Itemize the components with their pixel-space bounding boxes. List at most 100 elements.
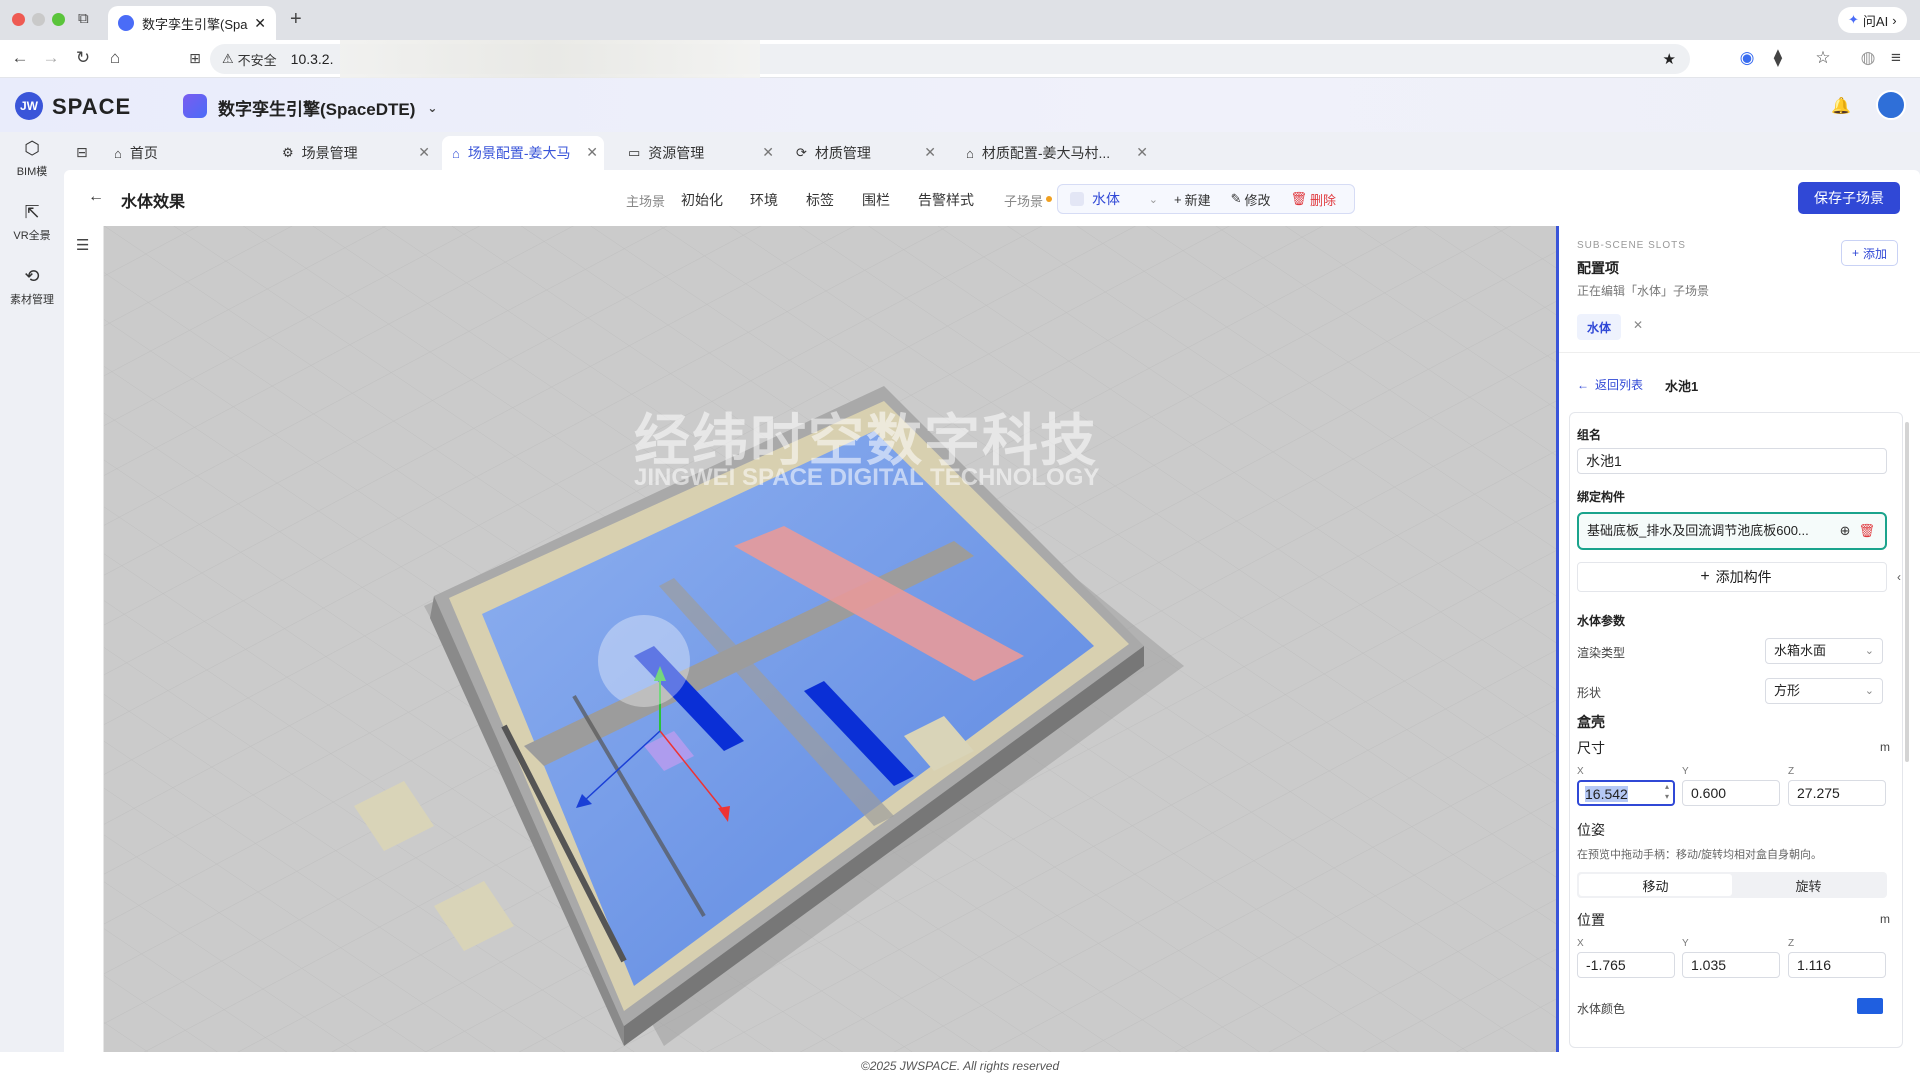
- reload-icon[interactable]: ↻: [72, 48, 94, 68]
- add-component-button[interactable]: + 添加构件: [1577, 562, 1887, 592]
- app-logo-text: SPACE: [52, 94, 132, 119]
- monitor-icon: ▭: [628, 145, 641, 160]
- space-logo-icon: JW: [15, 92, 43, 120]
- back-icon[interactable]: ←: [9, 48, 31, 68]
- minimize-window-dot[interactable]: [32, 13, 45, 26]
- save-subscene-button[interactable]: 保存子场景: [1798, 182, 1900, 214]
- profile-icon[interactable]: ◍: [1857, 48, 1879, 68]
- tab-material-config[interactable]: ⌂ 材质配置-姜大马村... ✕: [956, 136, 1148, 170]
- render-type-select[interactable]: 水箱水面 ⌄: [1765, 638, 1883, 664]
- position-z-input[interactable]: 1.116: [1788, 952, 1886, 978]
- sidebar-item-materials[interactable]: ⟲ 素材管理: [0, 266, 64, 307]
- tab-material-management[interactable]: ⟳ 材质管理 ✕: [786, 136, 936, 170]
- avatar[interactable]: [1876, 90, 1906, 120]
- group-name-label: 组名: [1577, 428, 1602, 442]
- new-button[interactable]: + 新建: [1174, 190, 1211, 209]
- size-y-label: Y: [1682, 766, 1689, 777]
- current-item-title: 水池1: [1665, 379, 1699, 394]
- panel-subtitle: 正在编辑「水体」子场景: [1577, 284, 1710, 298]
- water-color-swatch[interactable]: [1857, 998, 1883, 1014]
- maximize-window-dot[interactable]: [52, 13, 65, 26]
- shape-label: 形状: [1577, 686, 1602, 700]
- ask-ai-button[interactable]: ✦ 问AI ›: [1838, 7, 1907, 33]
- watermark-subtext: JINGWEI SPACE DIGITAL TECHNOLOGY: [634, 464, 1100, 491]
- move-mode-button[interactable]: 移动: [1579, 874, 1732, 896]
- delete-label: 删除: [1310, 192, 1337, 208]
- size-y-input[interactable]: 0.600: [1682, 780, 1780, 806]
- trash-icon: 🗑: [1290, 191, 1308, 206]
- slot-chip-label: 水体: [1587, 320, 1612, 335]
- outline-toggle-icon[interactable]: ☰: [76, 236, 89, 254]
- shape-select[interactable]: 方形 ⌄: [1765, 678, 1883, 704]
- tab-search-icon[interactable]: ⧉: [78, 10, 89, 27]
- 3d-viewport[interactable]: 经纬时空数字科技 JINGWEI SPACE DIGITAL TECHNOLOG…: [104, 226, 1556, 1052]
- puzzle-icon[interactable]: ⧫: [1767, 48, 1789, 68]
- mode-fence[interactable]: 围栏: [862, 190, 890, 210]
- sidebar-item-vr[interactable]: ⇱ VR全景: [0, 202, 64, 243]
- apps-icon[interactable]: ⊞: [184, 50, 206, 67]
- pencil-icon: ✎: [1230, 191, 1242, 206]
- material-icon: ⟳: [796, 145, 807, 160]
- extension-icon[interactable]: ◉: [1736, 48, 1758, 68]
- tabs-menu-icon[interactable]: ⊟: [76, 144, 88, 161]
- rotate-mode-button[interactable]: 旋转: [1732, 874, 1885, 896]
- mode-labels[interactable]: 标签: [806, 190, 834, 210]
- mode-alarm-style[interactable]: 告警样式: [918, 190, 974, 210]
- size-x-input[interactable]: 16.542 ▴ ▾: [1577, 780, 1675, 806]
- back-to-list-link[interactable]: ← 返回列表: [1577, 376, 1643, 393]
- locate-icon[interactable]: ⊕: [1840, 519, 1851, 543]
- bell-icon[interactable]: 🔔: [1831, 96, 1851, 116]
- slot-chip[interactable]: 水体: [1577, 314, 1622, 340]
- edit-button[interactable]: ✎ 修改: [1231, 190, 1271, 209]
- size-label: 尺寸: [1577, 740, 1605, 756]
- home-icon[interactable]: ⌂: [104, 48, 126, 68]
- pose-label: 位姿: [1577, 822, 1605, 838]
- close-tab-icon[interactable]: ✕: [254, 15, 266, 32]
- project-switcher[interactable]: 数字孪生引擎(SpaceDTE) ⌄: [218, 95, 437, 120]
- position-x-input[interactable]: -1.765: [1577, 952, 1675, 978]
- sidebar-item-label: 素材管理: [10, 294, 54, 306]
- close-icon[interactable]: ✕: [586, 144, 598, 161]
- sidebar-item-bim[interactable]: ⬡ BIM模: [0, 138, 64, 179]
- main-scene-label: 主场景: [626, 194, 666, 209]
- delete-button[interactable]: 🗑 删除: [1291, 190, 1337, 209]
- stepper-icon[interactable]: ▴ ▾: [1665, 782, 1669, 802]
- mode-environment[interactable]: 环境: [750, 190, 778, 210]
- favicon-icon: [118, 15, 134, 31]
- forward-icon[interactable]: →: [40, 48, 62, 68]
- chip-close-icon[interactable]: ✕: [1633, 318, 1643, 332]
- add-slot-button[interactable]: + 添加: [1841, 240, 1899, 266]
- position-y-input[interactable]: 1.035: [1682, 952, 1780, 978]
- tab-home[interactable]: ⌂ 首页: [104, 136, 264, 170]
- close-icon[interactable]: ✕: [418, 144, 430, 161]
- size-x-value: 16.542: [1585, 786, 1628, 802]
- favorites-icon[interactable]: ☆: [1812, 48, 1834, 68]
- sub-scene-select[interactable]: 水体 ⌄: [1058, 185, 1164, 213]
- back-arrow-icon[interactable]: ←: [88, 188, 104, 206]
- cube-icon: ⬡: [24, 138, 40, 158]
- collapse-panel-icon[interactable]: ‹: [1897, 570, 1901, 584]
- chevron-down-icon: ⌄: [427, 100, 438, 115]
- size-z-input[interactable]: 27.275: [1788, 780, 1886, 806]
- browser-tab[interactable]: 数字孪生引擎(Spac ✕: [108, 6, 276, 40]
- close-window-dot[interactable]: [12, 13, 25, 26]
- project-icon: [183, 94, 207, 118]
- panel-title: 配置项: [1577, 260, 1619, 276]
- address-bar[interactable]: ⚠ 不安全 10.3.2. ★: [210, 40, 1690, 78]
- new-tab-icon[interactable]: +: [290, 8, 302, 31]
- tab-scene-config[interactable]: ⌂ 场景配置-姜大马 ✕: [442, 136, 604, 170]
- section-tag: SUB-SCENE SLOTS: [1577, 240, 1686, 251]
- close-icon[interactable]: ✕: [762, 144, 774, 161]
- bound-component-row[interactable]: 基础底板_排水及回流调节池底板600... ⊕ 🗑: [1577, 512, 1887, 550]
- close-icon[interactable]: ✕: [924, 144, 936, 161]
- tab-resource-management[interactable]: ▭ 资源管理 ✕: [618, 136, 774, 170]
- mode-init[interactable]: 初始化: [681, 190, 723, 210]
- form-scrollbar[interactable]: [1905, 422, 1909, 762]
- tab-scene-management[interactable]: ⚙ 场景管理 ✕: [272, 136, 430, 170]
- delete-component-icon[interactable]: 🗑: [1858, 519, 1875, 543]
- bookmark-star-icon[interactable]: ★: [1663, 50, 1676, 68]
- tab-label: 场景配置-姜大马: [467, 145, 571, 161]
- group-name-input[interactable]: 水池1: [1577, 448, 1887, 474]
- menu-icon[interactable]: ≡: [1885, 48, 1907, 68]
- close-icon[interactable]: ✕: [1136, 144, 1148, 161]
